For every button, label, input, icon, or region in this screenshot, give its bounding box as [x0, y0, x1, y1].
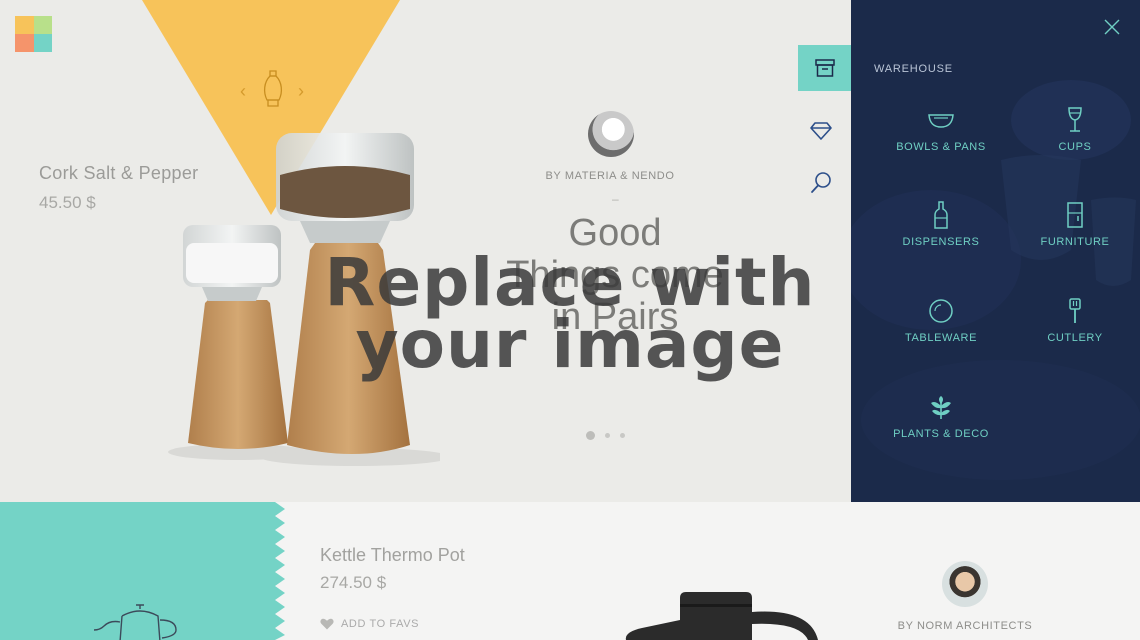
- teapot-icon: [93, 604, 177, 640]
- category-label: CUTLERY: [1047, 332, 1103, 344]
- category-dispensers[interactable]: DISPENSERS: [871, 200, 1011, 248]
- byline-divider: –: [612, 192, 619, 206]
- salt-shaker-icon: [263, 70, 283, 107]
- plant-icon: [931, 396, 951, 419]
- second-product-card: Kettle Thermo Pot 274.50 $ ADD TO FAVS B…: [0, 502, 1140, 640]
- author-avatar[interactable]: [942, 561, 988, 607]
- archive-button[interactable]: [798, 45, 851, 91]
- plate-icon: [929, 299, 953, 323]
- prev-arrow-icon[interactable]: ‹: [240, 82, 246, 100]
- kettle-product-image: [625, 592, 818, 640]
- placeholder-line: Replace with: [324, 244, 816, 321]
- app-logo[interactable]: [15, 16, 52, 52]
- search-icon: [811, 172, 831, 193]
- category-label: CUPS: [1058, 141, 1092, 153]
- diamond-button[interactable]: [808, 118, 834, 144]
- next-arrow-icon[interactable]: ›: [298, 82, 304, 100]
- author-byline[interactable]: BY NORM ARCHITECTS: [880, 620, 1050, 632]
- diamond-icon: [810, 122, 832, 140]
- author-byline[interactable]: BY MATERIA & NENDO: [530, 170, 690, 182]
- slider-dot-active[interactable]: [586, 431, 595, 440]
- panel-title: WAREHOUSE: [874, 63, 953, 75]
- slider-dot[interactable]: [605, 433, 610, 438]
- category-bowls-pans[interactable]: BOWLS & PANS: [871, 105, 1011, 153]
- category-cups[interactable]: CUPS: [1005, 105, 1140, 153]
- category-cutlery[interactable]: CUTLERY: [1005, 296, 1140, 344]
- image-placeholder-watermark: Replace with your image: [300, 244, 840, 383]
- add-to-favs-button[interactable]: ADD TO FAVS: [320, 618, 419, 630]
- category-tableware[interactable]: TABLEWARE: [871, 296, 1011, 344]
- search-button[interactable]: [808, 170, 834, 196]
- hero-slider: ‹ › Cork Salt & Pepper 45.50 $ BY MATERI…: [0, 0, 851, 502]
- bowl-icon: [928, 114, 954, 128]
- cup-icon: [1068, 107, 1082, 132]
- slider-dot[interactable]: [620, 433, 625, 438]
- archive-icon: [814, 59, 835, 77]
- author-avatar[interactable]: [588, 111, 634, 157]
- category-label: FURNITURE: [1040, 236, 1110, 248]
- product-price: 45.50 $: [39, 193, 96, 212]
- category-label: TABLEWARE: [904, 332, 978, 344]
- category-label: PLANTS & DECO: [893, 428, 989, 440]
- product-price: 274.50 $: [320, 573, 387, 592]
- category-plants-deco[interactable]: PLANTS & DECO: [871, 392, 1011, 440]
- bottle-icon: [934, 201, 948, 229]
- category-label: BOWLS & PANS: [896, 141, 986, 153]
- favs-label: ADD TO FAVS: [341, 618, 420, 630]
- cabinet-icon: [1067, 202, 1083, 228]
- category-furniture[interactable]: FURNITURE: [1005, 200, 1140, 248]
- heart-icon: [320, 618, 334, 630]
- product-name[interactable]: Kettle Thermo Pot: [320, 545, 465, 566]
- warehouse-panel: WAREHOUSE BOWLS & PANS CUPS DISPENSERS F…: [851, 0, 1140, 502]
- category-label: DISPENSERS: [902, 236, 980, 248]
- slider-dots: [586, 431, 625, 440]
- close-icon[interactable]: [1103, 18, 1121, 36]
- placeholder-line: your image: [355, 306, 785, 383]
- spatula-icon: [1069, 298, 1081, 323]
